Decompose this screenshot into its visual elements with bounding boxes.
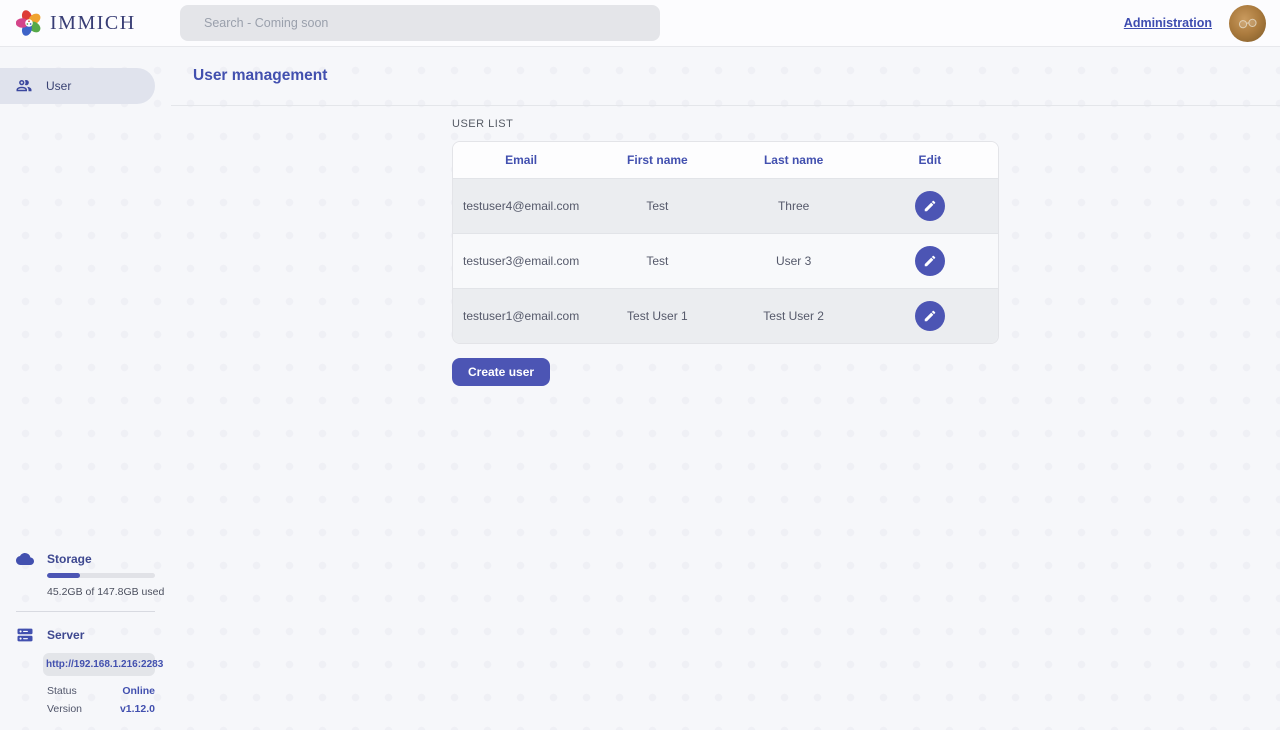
cell-first-name: Test bbox=[589, 233, 725, 288]
table-row: testuser1@email.com Test User 1 Test Use… bbox=[453, 288, 998, 343]
storage-progress-bar bbox=[47, 573, 155, 578]
admin-sidebar: User Storage bbox=[0, 47, 171, 730]
title-bar: User management bbox=[171, 47, 1280, 106]
server-url-link[interactable]: http://192.168.1.216:2283 bbox=[43, 653, 155, 676]
immich-flower-logo-icon bbox=[16, 10, 42, 36]
server-status-row: Status Online bbox=[47, 685, 155, 697]
brand-logo[interactable]: IMMICH bbox=[16, 10, 180, 36]
server-icon bbox=[16, 626, 34, 644]
user-table: Email First name Last name Edit testuser… bbox=[453, 142, 998, 343]
cell-email: testuser4@email.com bbox=[453, 178, 589, 233]
status-value: Online bbox=[122, 685, 155, 697]
user-table-card: Email First name Last name Edit testuser… bbox=[452, 141, 999, 344]
cell-last-name: Three bbox=[726, 178, 862, 233]
search-input[interactable] bbox=[180, 5, 660, 41]
cell-email: testuser1@email.com bbox=[453, 288, 589, 343]
section-label: USER LIST bbox=[452, 118, 999, 130]
column-header-first-name: First name bbox=[589, 142, 725, 178]
edit-user-button[interactable] bbox=[915, 191, 945, 221]
column-header-edit: Edit bbox=[862, 142, 998, 178]
user-avatar[interactable] bbox=[1229, 5, 1266, 42]
edit-user-button[interactable] bbox=[915, 301, 945, 331]
status-label: Status bbox=[47, 685, 77, 697]
storage-progress-fill bbox=[47, 573, 80, 578]
server-version-row: Version v1.12.0 bbox=[47, 703, 155, 715]
cell-edit bbox=[862, 233, 998, 288]
column-header-email: Email bbox=[453, 142, 589, 178]
storage-title: Storage bbox=[47, 552, 92, 566]
storage-usage-text: 45.2GB of 147.8GB used bbox=[47, 586, 155, 598]
footer-divider bbox=[16, 611, 155, 612]
page-title: User management bbox=[193, 67, 327, 85]
administration-link[interactable]: Administration bbox=[1124, 16, 1212, 30]
cloud-icon bbox=[16, 552, 34, 566]
cell-edit bbox=[862, 178, 998, 233]
app-body: User Storage bbox=[0, 47, 1280, 730]
storage-section: Storage 45.2GB of 147.8GB used bbox=[16, 552, 155, 598]
edit-user-button[interactable] bbox=[915, 246, 945, 276]
sidebar-item-label: User bbox=[46, 79, 71, 93]
people-icon bbox=[15, 77, 33, 95]
glasses-on-wood-photo bbox=[1236, 16, 1259, 30]
cell-last-name: Test User 2 bbox=[726, 288, 862, 343]
immich-admin-app: IMMICH Administration bbox=[0, 0, 1280, 730]
navbar-right: Administration bbox=[1124, 5, 1266, 42]
cell-first-name: Test bbox=[589, 178, 725, 233]
table-row: testuser4@email.com Test Three bbox=[453, 178, 998, 233]
cell-last-name: User 3 bbox=[726, 233, 862, 288]
create-user-button[interactable]: Create user bbox=[452, 358, 550, 386]
sidebar-footer: Storage 45.2GB of 147.8GB used bbox=[0, 552, 171, 715]
column-header-last-name: Last name bbox=[726, 142, 862, 178]
sidebar-item-user[interactable]: User bbox=[0, 68, 155, 104]
pencil-icon bbox=[923, 199, 937, 213]
version-value: v1.12.0 bbox=[120, 703, 155, 715]
table-header-row: Email First name Last name Edit bbox=[453, 142, 998, 178]
cell-edit bbox=[862, 288, 998, 343]
version-label: Version bbox=[47, 703, 82, 715]
pencil-icon bbox=[923, 254, 937, 268]
cell-email: testuser3@email.com bbox=[453, 233, 589, 288]
server-section: Server http://192.168.1.216:2283 Status … bbox=[16, 626, 155, 715]
pencil-icon bbox=[923, 309, 937, 323]
user-list-content: USER LIST Email First name Last name Edi… bbox=[452, 106, 999, 386]
top-navbar: IMMICH Administration bbox=[0, 0, 1280, 47]
server-title: Server bbox=[47, 628, 84, 642]
brand-wordmark: IMMICH bbox=[50, 12, 136, 35]
cell-first-name: Test User 1 bbox=[589, 288, 725, 343]
table-row: testuser3@email.com Test User 3 bbox=[453, 233, 998, 288]
main-panel: User management USER LIST Email First na… bbox=[171, 47, 1280, 730]
